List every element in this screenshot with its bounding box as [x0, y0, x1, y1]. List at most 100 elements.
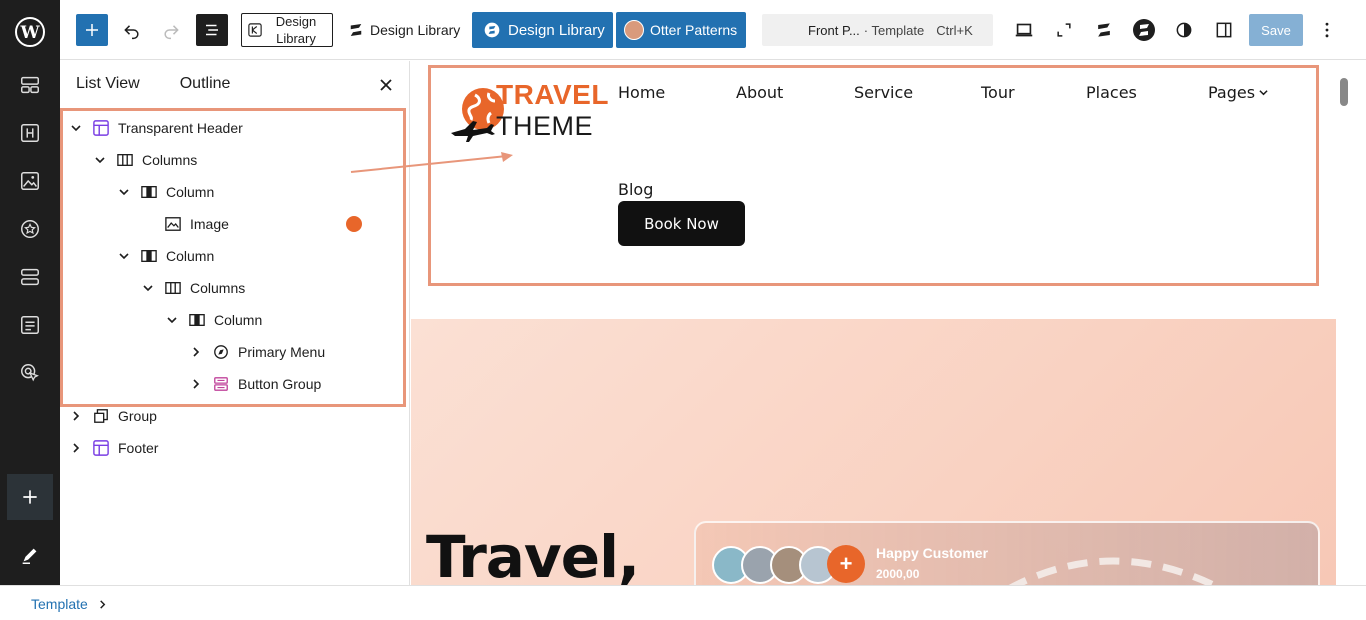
tab-list-view[interactable]: List View [76, 75, 140, 93]
chevron-down-icon[interactable] [164, 312, 180, 328]
list-view-item-label: Column [166, 184, 215, 200]
nav-link-pages[interactable]: Pages [1208, 83, 1268, 102]
design-library-outline-label: Design Library [275, 14, 317, 46]
nav-link-blog[interactable]: Blog [618, 180, 653, 199]
form-icon[interactable] [18, 313, 42, 337]
fullscreen-button[interactable] [1050, 16, 1078, 44]
template-part-icon [92, 119, 110, 137]
list-view-item-label: Column [214, 312, 263, 328]
save-button[interactable]: Save [1249, 14, 1303, 46]
list-view-item-label: Primary Menu [238, 344, 326, 360]
add-block-button[interactable] [7, 474, 53, 520]
otter-avatar-icon [624, 20, 644, 40]
design-library-blue-button[interactable]: Design Library [472, 12, 613, 48]
column-icon [140, 247, 158, 265]
block-inserter-button[interactable] [76, 14, 108, 46]
kadence-icon [248, 23, 262, 37]
styles-button[interactable] [1170, 16, 1198, 44]
design-library-blue-label: Design Library [508, 21, 605, 39]
add-customer-icon: + [827, 545, 865, 583]
editor-canvas: TRAVEL THEME Home About Service Tour Pla… [411, 61, 1336, 585]
design-library-outline-button[interactable]: Design Library [241, 13, 333, 47]
plus-icon [86, 24, 98, 36]
chevron-right-icon[interactable] [68, 408, 84, 424]
nav-link-about[interactable]: About [736, 83, 783, 102]
nav-link-places[interactable]: Places [1086, 83, 1137, 102]
list-view-item-footer[interactable]: Footer [68, 435, 398, 461]
chevron-right-icon[interactable] [188, 344, 204, 360]
patterns-icon[interactable] [18, 73, 42, 97]
chevron-down-icon [1259, 90, 1268, 96]
chevron-down-icon[interactable] [116, 248, 132, 264]
command-palette-button[interactable]: Front P... · Template Ctrl+K [762, 14, 993, 46]
stackable-settings-button[interactable] [1090, 16, 1118, 44]
list-view-toggle[interactable] [196, 14, 228, 46]
list-view-item-image[interactable]: Image [140, 211, 398, 237]
stackable-circle-icon [484, 22, 500, 38]
stackable-icon [1098, 23, 1110, 37]
chevron-down-icon[interactable] [92, 152, 108, 168]
tab-outline[interactable]: Outline [180, 75, 231, 93]
half-circle-icon [1176, 22, 1192, 38]
list-view-item-column[interactable]: Column [116, 243, 398, 269]
list-view-item-label: Button Group [238, 376, 322, 392]
close-icon[interactable] [378, 77, 394, 93]
chevron-down-icon[interactable] [140, 280, 156, 296]
media-icon[interactable] [18, 169, 42, 193]
nav-link-tour[interactable]: Tour [981, 83, 1015, 102]
nav-link-service[interactable]: Service [854, 83, 913, 102]
heading-icon[interactable] [18, 121, 42, 145]
editor-toolbar: Design Library Design Library Design Lib… [60, 0, 1366, 60]
undo-icon [124, 25, 139, 40]
canvas-scrollbar-thumb[interactable] [1340, 78, 1348, 106]
block-breadcrumb-bar: Template [0, 585, 1366, 620]
chevron-right-icon[interactable] [68, 440, 84, 456]
breadcrumb: Template [31, 596, 107, 612]
wordpress-logo-icon[interactable]: W [14, 16, 46, 48]
more-vertical-icon [1325, 22, 1329, 38]
svg-text:W: W [19, 23, 40, 43]
columns-icon [164, 279, 182, 297]
list-view-item-group[interactable]: Group [68, 403, 398, 429]
column-icon [140, 183, 158, 201]
template-part-icon [92, 439, 110, 457]
list-view-item-primary-menu[interactable]: Primary Menu [188, 339, 398, 365]
edit-pencil-icon[interactable] [18, 543, 42, 567]
undo-button[interactable] [118, 16, 146, 44]
navigation-icon [212, 343, 230, 361]
hero-title: Travel, [426, 523, 640, 585]
book-now-button[interactable]: Book Now [618, 201, 745, 246]
buttons-icon [212, 375, 230, 393]
layout-rows-icon[interactable] [18, 265, 42, 289]
redo-button[interactable] [157, 16, 185, 44]
star-circle-icon[interactable] [18, 217, 42, 241]
list-view-item-column[interactable]: Column [164, 307, 398, 333]
settings-sidebar-button[interactable] [1210, 16, 1238, 44]
command-title: Front P... [808, 22, 860, 38]
command-shortcut: Ctrl+K [936, 22, 973, 38]
options-button[interactable] [1313, 16, 1341, 44]
list-view-item-transparent-header[interactable]: Transparent Header [68, 115, 398, 141]
list-view-item-label: Image [190, 216, 229, 232]
list-view-item-columns[interactable]: Columns [140, 275, 398, 301]
chevron-down-icon[interactable] [116, 184, 132, 200]
list-view-item-label: Group [118, 408, 157, 424]
group-icon [92, 407, 110, 425]
column-icon [188, 311, 206, 329]
desktop-preview-button[interactable] [1010, 16, 1038, 44]
nav-link-home[interactable]: Home [618, 83, 665, 102]
pointer-select-icon[interactable] [18, 361, 42, 385]
chevron-right-icon[interactable] [188, 376, 204, 392]
design-library-stackable-button[interactable]: Design Library [347, 20, 460, 40]
otter-patterns-label: Otter Patterns [650, 22, 738, 38]
chevron-down-icon[interactable] [68, 120, 84, 136]
breadcrumb-template[interactable]: Template [31, 596, 88, 612]
list-view-item-button-group[interactable]: Button Group [188, 371, 398, 397]
otter-patterns-button[interactable]: Otter Patterns [616, 12, 746, 48]
list-view-item-column[interactable]: Column [116, 179, 398, 205]
plus-icon [23, 490, 37, 504]
list-view-item-label: Columns [190, 280, 246, 296]
stackable-circle-button[interactable] [1130, 16, 1158, 44]
list-view-item-label: Columns [142, 152, 198, 168]
